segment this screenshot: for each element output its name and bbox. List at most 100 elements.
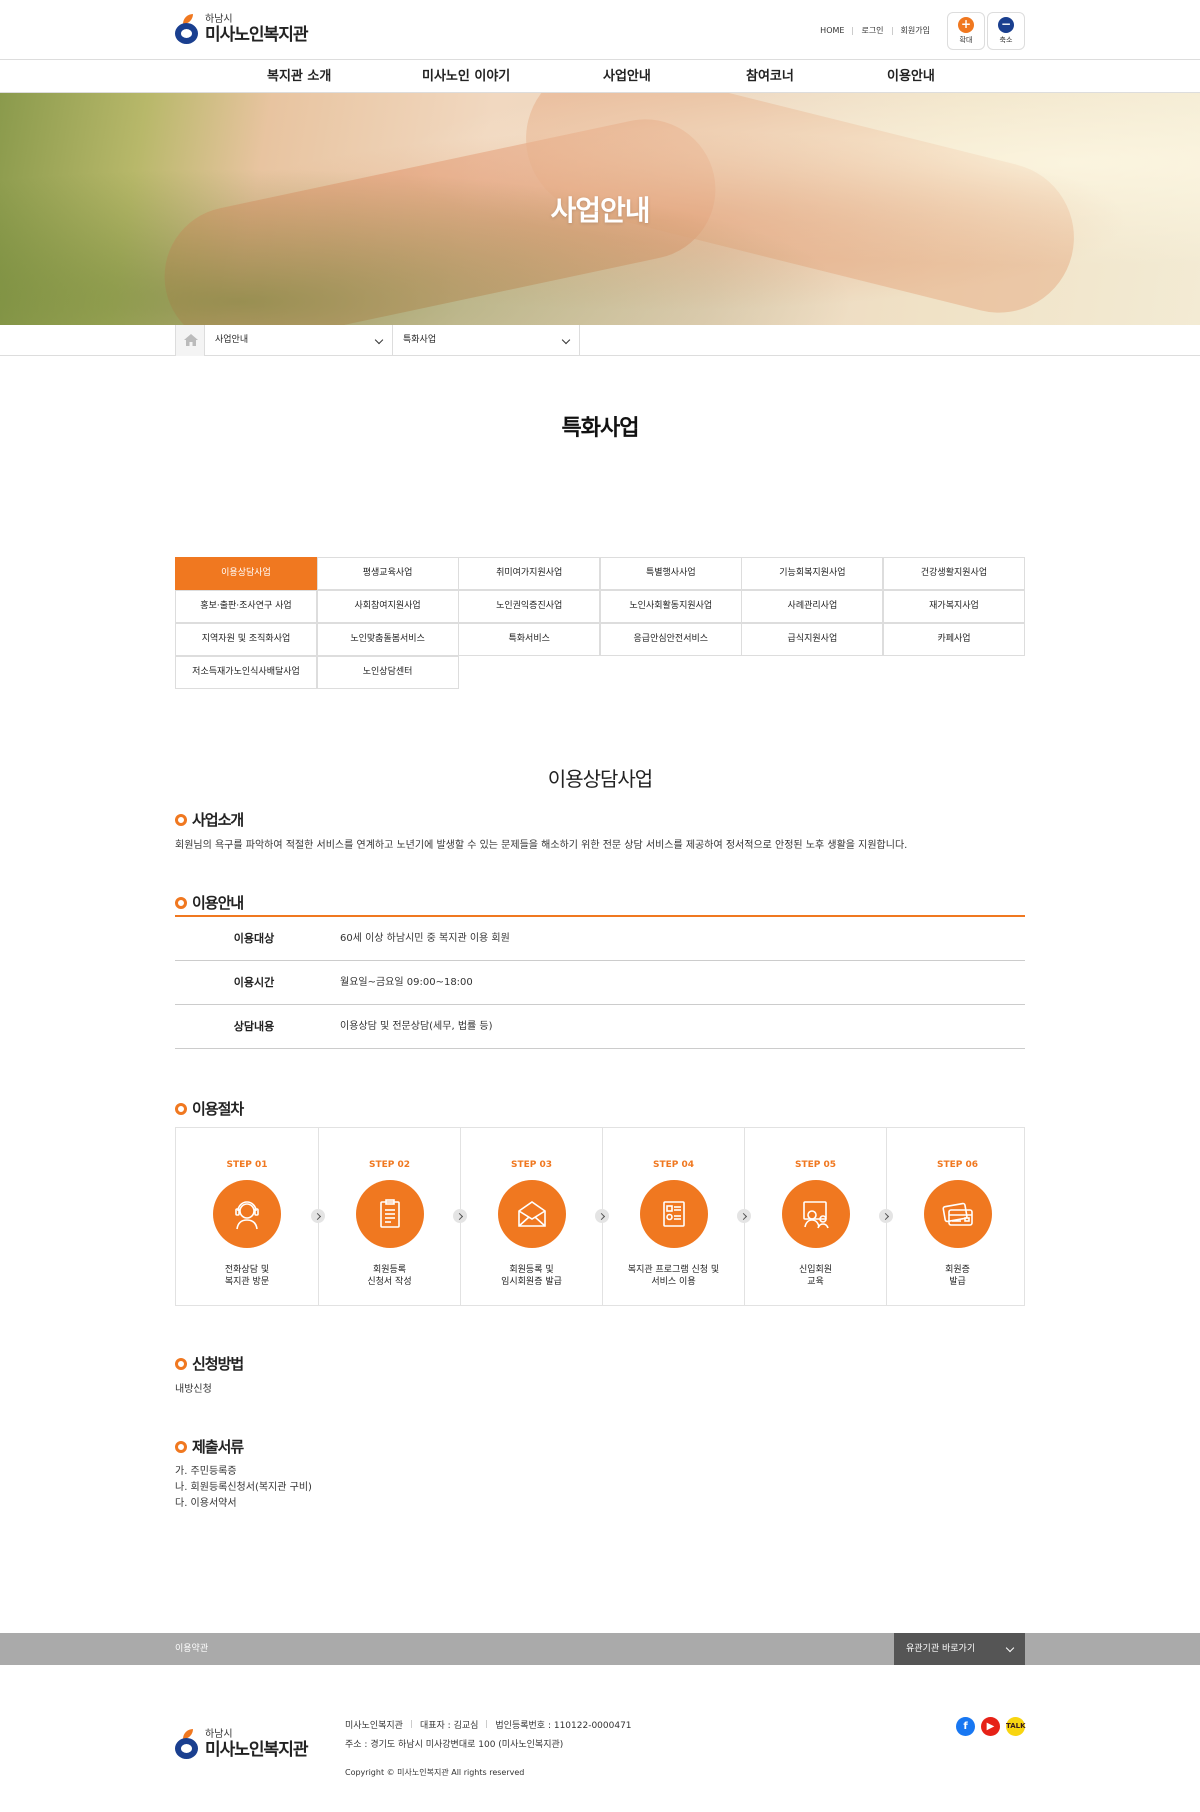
usage-value: 60세 이상 하남시민 중 복지관 이용 회원: [340, 933, 510, 944]
logo-mark-icon: [175, 14, 201, 44]
tab-item[interactable]: 특별행사사업: [599, 557, 742, 590]
step-text: 발급: [949, 1277, 966, 1287]
breadcrumb-select-level2[interactable]: 특화사업: [393, 325, 580, 356]
footer-info: 미사노인복지관 대표자 : 김교심 법인등록번호 : 110122-0000471 …: [345, 1717, 632, 1782]
step-card: STEP 02 회원등록신청서 작성: [318, 1128, 460, 1305]
step-text: 신입회원: [798, 1265, 833, 1275]
bullet-ring-icon: [175, 1102, 187, 1115]
step-text: 회원증: [945, 1265, 970, 1275]
footer-ceo: 대표자 : 김교심: [419, 1721, 479, 1731]
home-link[interactable]: HOME: [820, 26, 844, 35]
tab-item[interactable]: 노인사회활동지원사업: [599, 590, 742, 623]
tab-item[interactable]: 노인맞춤돌봄서비스: [316, 623, 459, 656]
sns-links: f ▶ TALK: [950, 1717, 1026, 1736]
minus-icon: −: [998, 17, 1014, 33]
tab-item[interactable]: 이용상담사업: [175, 557, 317, 590]
step-number: STEP 04: [652, 1160, 695, 1170]
tab-item[interactable]: 기능회복지원사업: [741, 557, 884, 590]
breadcrumb-level2-label: 특화사업: [403, 335, 437, 345]
list-item: 나. 회원등록신청서(복지관 구비): [175, 1482, 312, 1493]
signup-link[interactable]: 회원가입: [901, 25, 930, 36]
bullet-ring-icon: [175, 1440, 187, 1453]
section-heading-documents-label: 제출서류: [192, 1438, 244, 1456]
site-header: 하남시 미사노인복지관 HOME 로그인 회원가입 + 확대 − 축소: [0, 0, 1200, 60]
bullet-ring-icon: [175, 896, 187, 909]
tab-item[interactable]: 노인권익증진사업: [458, 590, 601, 623]
step-number: STEP 03: [510, 1160, 553, 1170]
login-link[interactable]: 로그인: [861, 25, 883, 36]
tab-item[interactable]: 카페사업: [883, 623, 1025, 656]
chevron-right-icon: [879, 1209, 893, 1223]
hero-banner: 사업안내: [0, 93, 1200, 325]
step-text: 회원등록: [372, 1265, 407, 1275]
tab-item[interactable]: 지역자원 및 조직화사업: [175, 623, 317, 656]
section-heading-usage-label: 이용안내: [192, 894, 244, 912]
tab-item[interactable]: 건강생활지원사업: [883, 557, 1025, 590]
chevron-right-icon: [737, 1209, 751, 1223]
footer-bar: 이용약관 유관기관 바로가기: [0, 1633, 1200, 1665]
related-sites-select[interactable]: 유관기관 바로가기: [894, 1633, 1025, 1665]
utility-links: HOME 로그인 회원가입: [820, 25, 930, 36]
zoom-in-button[interactable]: + 확대: [947, 12, 985, 50]
tab-item[interactable]: 재가복지사업: [883, 590, 1025, 623]
bullet-ring-icon: [175, 813, 187, 826]
chevron-down-icon: [1005, 1643, 1015, 1653]
section-heading-method-label: 신청방법: [192, 1355, 244, 1373]
kakaotalk-icon[interactable]: TALK: [1006, 1717, 1026, 1736]
section-heading-procedure-label: 이용절차: [192, 1100, 244, 1118]
step-text: 서비스 이용: [651, 1277, 696, 1287]
tab-item[interactable]: 응급안심안전서비스: [599, 623, 742, 656]
zoom-out-button[interactable]: − 축소: [987, 12, 1025, 50]
logo-mark-icon: [175, 1729, 201, 1759]
step-number: STEP 06: [936, 1160, 979, 1170]
zoom-in-label: 확대: [959, 36, 973, 44]
step-number: STEP 01: [226, 1160, 268, 1170]
breadcrumb-select-level1[interactable]: 사업안내: [205, 325, 393, 356]
section-heading-intro: 사업소개: [175, 809, 244, 830]
nav-item-participation[interactable]: 참여코너: [746, 60, 794, 93]
footer-address: 주소 : 경기도 하남시 미사강변대로 100 (미사노인복지관): [345, 1740, 564, 1750]
tab-item[interactable]: 저소득재가노인식사배달사업: [175, 656, 317, 689]
nav-item-about[interactable]: 복지관 소개: [267, 60, 331, 93]
facebook-icon[interactable]: f: [956, 1717, 975, 1736]
step-text: 교육: [807, 1277, 824, 1287]
logo-city: 하남시: [205, 13, 233, 25]
usage-info-table: 이용대상 60세 이상 하남시민 중 복지관 이용 회원 이용시간 월요일~금요…: [175, 915, 1025, 1049]
footer-reg-no: 법인등록번호 : 110122-0000471: [495, 1721, 632, 1731]
terms-link[interactable]: 이용약관: [175, 1633, 208, 1665]
step-number: STEP 02: [368, 1160, 411, 1170]
tab-item[interactable]: 홍보·출판·조사연구 사업: [175, 590, 317, 623]
usage-key: 상담내용: [233, 1020, 275, 1033]
step-text: 회원등록 및: [509, 1265, 554, 1275]
chevron-right-icon: [453, 1209, 467, 1223]
tab-item[interactable]: 특화서비스: [458, 623, 601, 656]
tab-item[interactable]: 사회참여지원사업: [316, 590, 459, 623]
tab-item[interactable]: 평생교육사업: [316, 557, 459, 590]
member-education-icon: [781, 1180, 850, 1248]
table-row: 이용시간 월요일~금요일 09:00~18:00: [175, 961, 1025, 1005]
step-card: STEP 04 복지관 프로그램 신청 및 서비스 이용: [602, 1128, 744, 1305]
tab-item[interactable]: 급식지원사업: [741, 623, 884, 656]
nav-item-usage[interactable]: 이용안내: [887, 60, 935, 93]
step-text: 신청서 작성: [367, 1277, 412, 1287]
home-icon: [184, 334, 198, 346]
clipboard-form-icon: [355, 1180, 424, 1248]
method-text: 내방신청: [175, 1384, 212, 1395]
list-item: 가. 주민등록증: [175, 1466, 237, 1477]
tab-item[interactable]: 사례관리사업: [741, 590, 884, 623]
tab-item[interactable]: 노인상담센터: [316, 656, 459, 689]
youtube-icon[interactable]: ▶: [981, 1717, 1000, 1736]
site-logo[interactable]: 하남시 미사노인복지관: [175, 13, 308, 44]
nav-item-programs[interactable]: 사업안내: [603, 60, 651, 93]
step-text: 전화상담 및: [224, 1265, 270, 1275]
list-item: 다. 이용서약서: [175, 1498, 237, 1509]
chevron-right-icon: [311, 1209, 325, 1223]
breadcrumb-home-button[interactable]: [175, 325, 205, 356]
section-heading-intro-label: 사업소개: [192, 811, 244, 829]
plus-icon: +: [958, 17, 974, 33]
page-title: 특화사업: [561, 416, 640, 441]
tab-item[interactable]: 취미여가지원사업: [458, 557, 601, 590]
application-form-icon: [639, 1180, 708, 1248]
nav-item-story[interactable]: 미사노인 이야기: [422, 60, 510, 93]
section-heading-method: 신청방법: [175, 1353, 244, 1374]
